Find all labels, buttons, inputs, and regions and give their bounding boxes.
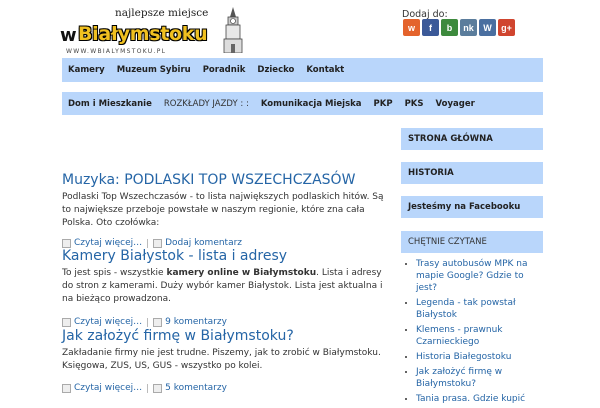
read-more-link[interactable]: Czytaj więcej… [74, 238, 142, 248]
read-more-icon [62, 383, 71, 393]
sidebar-home-link[interactable]: STRONA GŁÓWNA [401, 128, 543, 150]
comment-icon [153, 383, 163, 393]
read-more-link[interactable]: Czytaj więcej… [74, 383, 142, 393]
nav-dom-i-mieszkanie[interactable]: Dom i Mieszkanie [62, 99, 158, 109]
share-icons: w f b nk Wg+ [403, 19, 515, 36]
popular-item[interactable]: Legenda - tak powstał Białystok [416, 298, 516, 320]
secondary-nav: Dom i Mieszkanie ROZKŁADY JAZDY : : Komu… [62, 92, 543, 115]
nav-muzeum-sybiru[interactable]: Muzeum Sybiru [111, 65, 197, 75]
meta-divider [147, 383, 149, 393]
post-title[interactable]: Kamery Białystok - lista i adresy [62, 248, 287, 264]
facebook-icon[interactable]: f [422, 19, 439, 36]
post-meta: Czytaj więcej… 5 komentarzy [62, 383, 227, 393]
nav-timetables-label: ROZKŁADY JAZDY : : [163, 98, 249, 109]
post-meta: Czytaj więcej… Dodaj komentarz [62, 238, 242, 248]
google-plus-icon[interactable]: g+ [498, 19, 515, 36]
popular-item[interactable]: Klemens - prawnuk Czarnieckiego [416, 325, 503, 347]
popular-list: Trasy autobusów MPK na mapie Google? Gdz… [401, 258, 543, 408]
popular-heading: CHĘTNIE CZYTANE [401, 231, 543, 253]
nav-kamery[interactable]: Kamery [62, 65, 111, 75]
excerpt-bold: kamery online w Białymstoku [166, 268, 317, 278]
meta-divider [147, 317, 149, 327]
clock-tower-icon [223, 7, 243, 53]
read-more-icon [62, 317, 71, 327]
logo-url: WWW.WBIALYMSTOKU.PL [66, 48, 167, 55]
nav-kontakt[interactable]: Kontakt [300, 65, 350, 75]
comment-icon [153, 317, 163, 327]
post-title[interactable]: Muzyka: PODLASKI TOP WSZECHCZASÓW [62, 172, 355, 188]
site-logo[interactable]: najlepsze miejsce w Białymstoku WWW.WBIA… [60, 5, 245, 55]
logo-prefix: w [60, 25, 77, 46]
post-excerpt: Zakładanie firmy nie jest trudne. Piszem… [62, 348, 381, 371]
read-more-icon [62, 238, 71, 248]
comments-link[interactable]: 9 komentarzy [165, 317, 227, 327]
nav-pks[interactable]: PKS [399, 99, 430, 109]
post-excerpt: Podlaski Top Wszechczasów - to lista naj… [62, 192, 384, 228]
logo-name: Białymstoku [78, 23, 208, 45]
meta-divider [147, 238, 149, 248]
popular-item[interactable]: Tania prasa. Gdzie kupić [416, 394, 525, 404]
main-nav: Kamery Muzeum Sybiru Poradnik Dziecko Ko… [62, 58, 543, 82]
nav-komunikacja-miejska[interactable]: Komunikacja Miejska [255, 99, 368, 109]
post-excerpt: To jest spis - wszystkie kamery online w… [62, 267, 387, 306]
excerpt-text: To jest spis - wszystkie [62, 268, 167, 278]
post-meta: Czytaj więcej… 9 komentarzy [62, 317, 227, 327]
nk-icon[interactable]: nk [460, 19, 477, 36]
nav-dziecko[interactable]: Dziecko [251, 65, 300, 75]
popular-item[interactable]: Historia Białegostoku [416, 352, 511, 362]
comments-link[interactable]: Dodaj komentarz [165, 238, 242, 248]
comments-link[interactable]: 5 komentarzy [165, 383, 227, 393]
post-title[interactable]: Jak założyć firmę w Białymstoku? [62, 328, 294, 344]
sidebar-facebook-link[interactable]: Jesteśmy na Facebooku [401, 196, 543, 218]
nav-pkp[interactable]: PKP [368, 99, 399, 109]
popular-item[interactable]: Trasy autobusów MPK na mapie Google? Gdz… [416, 259, 528, 293]
read-more-link[interactable]: Czytaj więcej… [74, 317, 142, 327]
nav-poradnik[interactable]: Poradnik [197, 65, 252, 75]
wykop-icon[interactable]: w [403, 19, 420, 36]
sidebar-history-link[interactable]: HISTORIA [401, 162, 543, 184]
logo-tagline: najlepsze miejsce [115, 7, 209, 19]
popular-item[interactable]: Jak założyć firmę w Białymstoku? [416, 367, 502, 389]
comment-icon [153, 238, 163, 248]
wordpress-icon[interactable]: W [479, 19, 496, 36]
blip-icon[interactable]: b [441, 19, 458, 36]
nav-voyager[interactable]: Voyager [430, 99, 481, 109]
